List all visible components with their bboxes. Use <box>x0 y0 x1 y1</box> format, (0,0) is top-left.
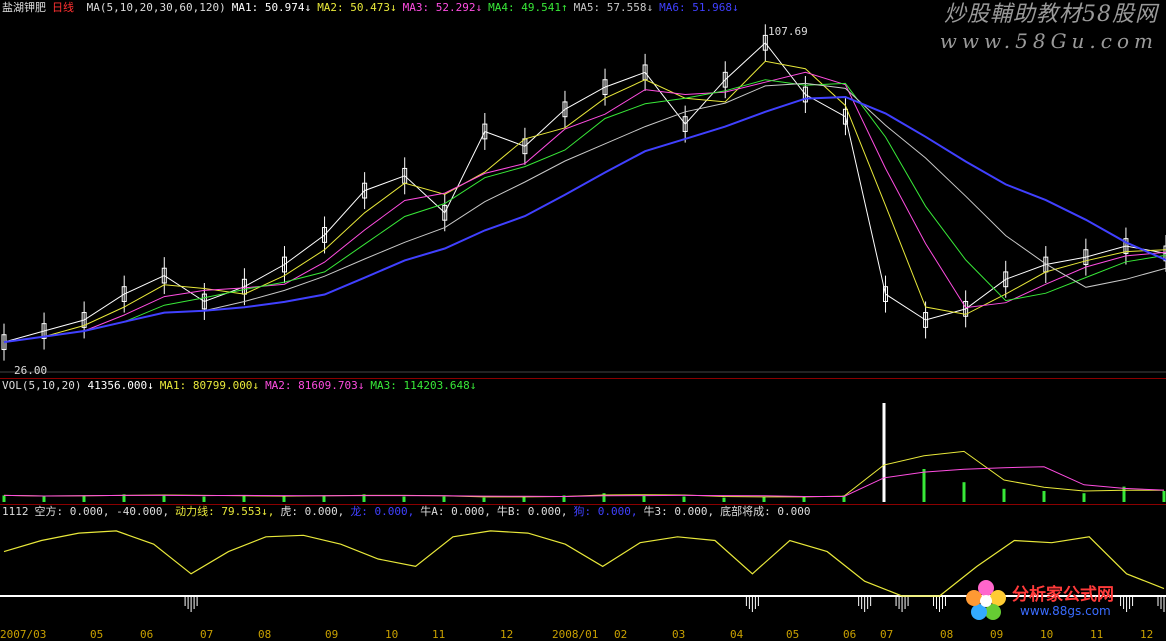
ma-line <box>3 82 1166 343</box>
stock-name: 盐湖钾肥 <box>2 1 46 14</box>
period-label: 日线 <box>52 1 74 14</box>
date-tick: 02 <box>614 628 628 641</box>
date-tick: 07 <box>200 628 214 641</box>
volume-legend: VOL(5,10,20) 41356.000↓ MA1: 80799.000↓ MA2… <box>2 379 482 392</box>
ind-legend-item: 底部将成: 0.000 <box>720 505 811 518</box>
ind-legend-item: 1112 <box>2 505 29 518</box>
price-legend-item: MA4: 49.541↑ <box>488 1 568 14</box>
date-tick: 05 <box>90 628 104 641</box>
watermark-title: 炒股輔助教材58股网 <box>944 2 1158 27</box>
price-legend-item: MA6: 51.968↓ <box>659 1 739 14</box>
price-chart-panel[interactable]: 盐湖钾肥 日线 MA(5,10,20,30,60,120) MA1: 50.974↓… <box>0 0 1166 378</box>
watermark-88gs: 分析家公式网 www.88gs.com <box>962 574 1162 626</box>
ind-legend-item: 空方: 0.000, -40.000, <box>34 505 170 518</box>
ma-legend-items: MA(5,10,20,30,60,120) MA1: 50.974↓ MA2: 50… <box>87 1 745 14</box>
date-tick: 06 <box>843 628 857 641</box>
price-legend: 盐湖钾肥 日线 MA(5,10,20,30,60,120) MA1: 50.974↓… <box>2 1 751 14</box>
date-tick: 10 <box>1040 628 1054 641</box>
date-tick: 08 <box>940 628 954 641</box>
ma-line <box>3 60 1166 343</box>
date-tick: 04 <box>730 628 744 641</box>
date-tick: 09 <box>325 628 339 641</box>
indicator-chart-panel[interactable]: 1112 空方: 0.000, -40.000, 动力线: 79.553↓, 虎: 0… <box>0 504 1166 628</box>
date-tick: 09 <box>990 628 1004 641</box>
date-axis: 2007/03 05 06 07 08 09 10 11 12 2008/01 02 03 04 05 06… <box>0 628 1166 641</box>
price-legend-item: MA1: 50.974↓ <box>231 1 312 14</box>
vol-legend-item: VOL(5,10,20) <box>2 379 82 392</box>
price-legend-item: MA3: 52.292↓ <box>402 1 483 14</box>
indicator-legend: 1112 空方: 0.000, -40.000, 动力线: 79.553↓, 虎: 0… <box>2 505 816 518</box>
price-legend-item: MA(5,10,20,30,60,120) <box>86 1 226 14</box>
date-tick: 08 <box>258 628 272 641</box>
ind-legend-item: 动力线: 79.553↓, <box>175 505 275 518</box>
ind-legend-item: 狗: 0.000, <box>573 505 638 518</box>
date-tick: 07 <box>880 628 894 641</box>
ma-line <box>3 42 1166 343</box>
date-tick: 12 <box>500 628 514 641</box>
vol-legend-item: MA3: 114203.648↓ <box>370 379 477 392</box>
date-tick: 10 <box>385 628 399 641</box>
vol-legend-item: MA1: 80799.000↓ <box>159 379 260 392</box>
volume-chart-panel[interactable]: VOL(5,10,20) 41356.000↓ MA1: 80799.000↓ MA2… <box>0 378 1166 504</box>
flower-logo-icon <box>966 580 1006 620</box>
ind-legend-item: 龙: 0.000, <box>350 505 415 518</box>
date-tick: 2007/03 <box>0 628 47 641</box>
ma-line <box>3 79 1166 343</box>
price-legend-item: MA5: 57.558↓ <box>573 1 654 14</box>
price-chart <box>0 24 1166 373</box>
watermark-url: www.58Gu.com <box>939 29 1158 53</box>
ind-legend-item: 牛3: 0.000, <box>643 505 715 518</box>
vol-legend-item: 41356.000↓ <box>87 379 154 392</box>
ind-legend-item: 虎: 0.000, <box>280 505 345 518</box>
date-tick: 2008/01 <box>552 628 599 641</box>
volume-ma2-line <box>3 466 1165 498</box>
date-tick: 05 <box>786 628 800 641</box>
date-tick: 03 <box>672 628 686 641</box>
vol-legend-item: MA2: 81609.703↓ <box>265 379 365 392</box>
volume-chart <box>2 403 1166 502</box>
price-legend-item: MA2: 50.473↓ <box>317 1 397 14</box>
watermark-bottom-url: www.88gs.com <box>1020 604 1111 618</box>
date-tick: 11 <box>1090 628 1104 641</box>
ind-legend-item: 牛A: 0.000, <box>420 505 491 518</box>
date-tick: 11 <box>432 628 446 641</box>
volume-ma-line <box>3 450 1164 498</box>
price-high-label: 107.69 <box>768 25 808 38</box>
ind-legend-item: 牛B: 0.000, <box>496 505 568 518</box>
date-tick: 06 <box>140 628 154 641</box>
date-tick: 12 <box>1140 628 1154 641</box>
price-low-label: 26.00 <box>14 364 48 377</box>
watermark-58gu: 炒股輔助教材58股网 www.58Gu.com <box>940 2 1158 54</box>
watermark-bottom-title: 分析家公式网 <box>1012 585 1114 605</box>
